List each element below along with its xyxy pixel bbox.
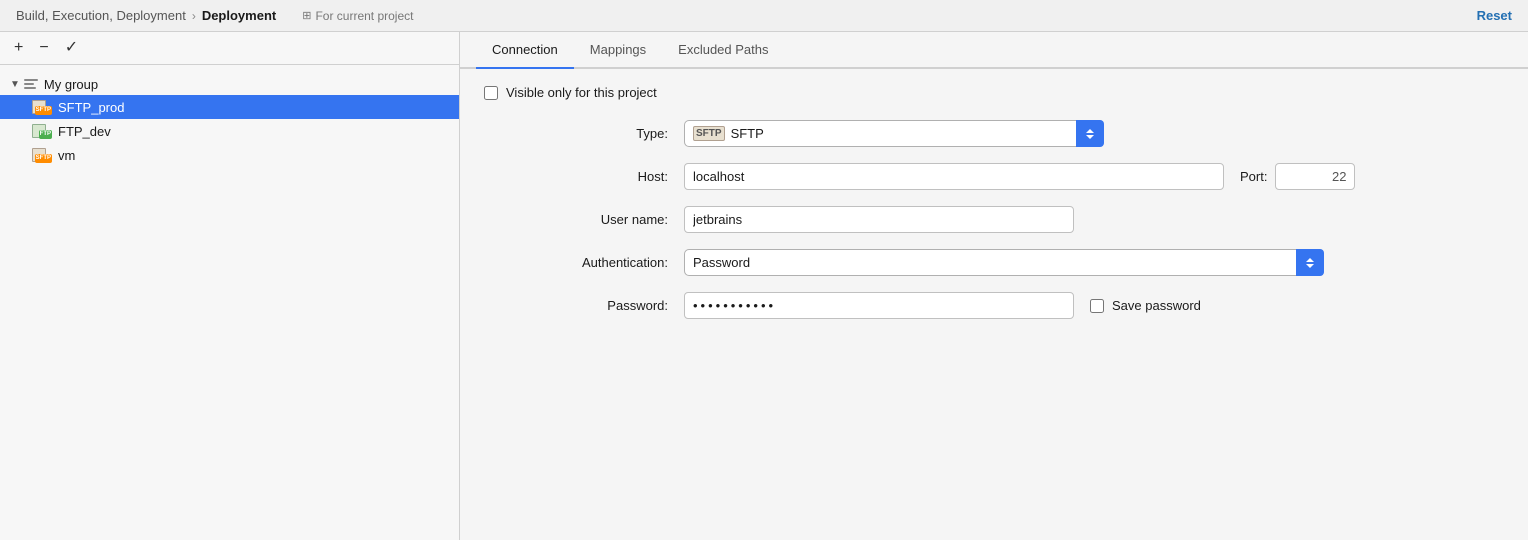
group-icon (24, 76, 40, 92)
breadcrumb-project-label: For current project (315, 9, 413, 23)
host-label: Host: (484, 169, 684, 184)
visible-only-row: Visible only for this project (484, 85, 1504, 100)
ftp-dev-icon: FTP (32, 123, 52, 139)
auth-label: Authentication: (484, 255, 684, 270)
tree-group-mygroup: ▼ My group SFTP (0, 69, 459, 171)
sidebar-toolbar: + − ✓ (0, 32, 459, 65)
auth-row: Authentication: Password (484, 249, 1504, 276)
breadcrumb-current: Deployment (202, 8, 276, 23)
visible-only-checkbox[interactable] (484, 86, 498, 100)
port-group: Port: (1240, 163, 1355, 190)
username-input[interactable] (684, 206, 1074, 233)
add-server-button[interactable]: + (10, 38, 27, 58)
arrow-up-icon (1086, 129, 1094, 133)
visible-only-label: Visible only for this project (506, 85, 657, 100)
tree-group-label: My group (44, 77, 98, 92)
tab-excluded-paths[interactable]: Excluded Paths (662, 32, 784, 69)
auth-select-wrapper: Password (684, 249, 1324, 276)
tab-mappings[interactable]: Mappings (574, 32, 662, 69)
type-value: SFTP (731, 126, 764, 141)
auth-select[interactable]: Password (684, 249, 1324, 276)
port-label: Port: (1240, 169, 1267, 184)
username-row: User name: (484, 206, 1504, 233)
sidebar-tree: ▼ My group SFTP (0, 65, 459, 540)
vm-label: vm (58, 148, 75, 163)
password-row: Password: Save password (484, 292, 1504, 319)
host-row: Host: Port: (484, 163, 1504, 190)
type-select[interactable]: SFTP SFTP (684, 120, 1104, 147)
breadcrumb: Build, Execution, Deployment › Deploymen… (16, 8, 413, 23)
auth-value: Password (693, 255, 750, 270)
ftp-dev-label: FTP_dev (58, 124, 111, 139)
username-label: User name: (484, 212, 684, 227)
type-select-wrapper: SFTP SFTP (684, 120, 1104, 147)
confirm-button[interactable]: ✓ (61, 38, 82, 58)
auth-arrow-down-icon (1306, 264, 1314, 268)
sidebar: + − ✓ ▼ My group (0, 32, 460, 540)
auth-dropdown-button[interactable] (1296, 249, 1324, 276)
save-password-checkbox[interactable] (1090, 299, 1104, 313)
connection-form: Visible only for this project Type: SFTP… (460, 69, 1528, 540)
tabs-bar: Connection Mappings Excluded Paths (460, 32, 1528, 69)
tree-item-ftp-dev[interactable]: FTP FTP_dev (0, 119, 459, 143)
tree-expand-arrow: ▼ (10, 79, 20, 90)
header: Build, Execution, Deployment › Deploymen… (0, 0, 1528, 32)
save-password-label: Save password (1112, 298, 1201, 313)
content-panel: Connection Mappings Excluded Paths Visib… (460, 32, 1528, 540)
sftp-prod-icon: SFTP (32, 99, 52, 115)
tree-group-header[interactable]: ▼ My group (0, 73, 459, 95)
breadcrumb-project: ⊞ For current project (302, 9, 413, 23)
password-input[interactable] (684, 292, 1074, 319)
tree-item-sftp-prod[interactable]: SFTP SFTP_prod (0, 95, 459, 119)
type-dropdown-button[interactable] (1076, 120, 1104, 147)
arrow-down-icon (1086, 135, 1094, 139)
type-label: Type: (484, 126, 684, 141)
password-label: Password: (484, 298, 684, 313)
type-row: Type: SFTP SFTP (484, 120, 1504, 147)
project-icon: ⊞ (302, 9, 311, 22)
remove-server-button[interactable]: − (35, 38, 52, 58)
auth-arrow-up-icon (1306, 258, 1314, 262)
breadcrumb-separator: › (192, 9, 196, 23)
sftp-type-icon: SFTP (693, 126, 725, 141)
tab-connection[interactable]: Connection (476, 32, 574, 69)
host-input[interactable] (684, 163, 1224, 190)
save-password-group: Save password (1090, 298, 1201, 313)
main-layout: + − ✓ ▼ My group (0, 32, 1528, 540)
tree-item-vm[interactable]: SFTP vm (0, 143, 459, 167)
vm-icon: SFTP (32, 147, 52, 163)
breadcrumb-parent: Build, Execution, Deployment (16, 8, 186, 23)
sftp-prod-label: SFTP_prod (58, 100, 124, 115)
reset-button[interactable]: Reset (1477, 8, 1512, 23)
port-input[interactable] (1275, 163, 1355, 190)
